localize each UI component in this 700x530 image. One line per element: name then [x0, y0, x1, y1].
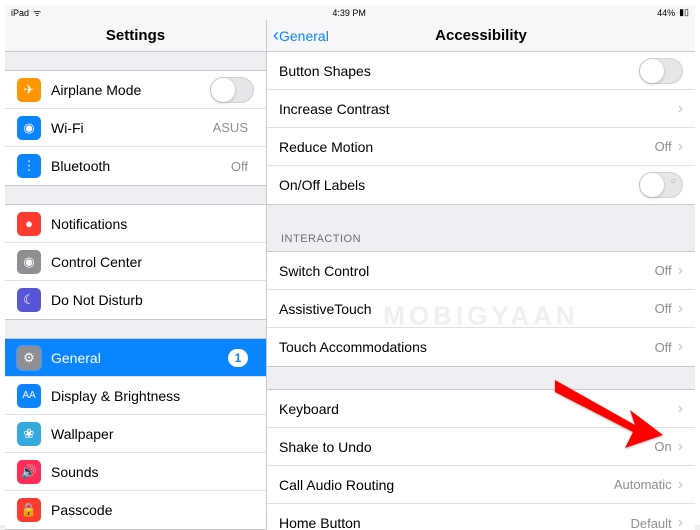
row-label: Switch Control	[279, 263, 655, 279]
row-label: Bluetooth	[51, 158, 231, 174]
sounds-icon: 🔊	[17, 460, 41, 484]
row-label: Notifications	[51, 216, 254, 232]
row-label: On/Off Labels	[279, 177, 639, 193]
sidebar-title: Settings	[5, 20, 266, 52]
row-reduce-motion[interactable]: Reduce MotionOff ›	[267, 128, 695, 166]
row-keyboard[interactable]: Keyboard›	[267, 390, 695, 428]
notifications-icon: ●	[17, 212, 41, 236]
row-label: Control Center	[51, 254, 254, 270]
passcode-icon: 🔒	[17, 498, 41, 522]
on-off-labels-toggle[interactable]	[639, 172, 683, 198]
badge: 1	[228, 349, 248, 367]
row-label: Call Audio Routing	[279, 477, 614, 493]
status-bar: iPad ᯤ 4:39 PM 44% ▮▯	[5, 5, 695, 20]
row-label: Do Not Disturb	[51, 292, 254, 308]
do-not-disturb-icon: ☾	[17, 288, 41, 312]
chevron-right-icon: ›	[678, 300, 683, 318]
row-label: Passcode	[51, 502, 254, 518]
sidebar-item-general[interactable]: ⚙ General1	[5, 339, 266, 377]
section-header-interaction: INTERACTION	[267, 227, 695, 251]
row-home-button[interactable]: Home ButtonDefault ›	[267, 504, 695, 530]
row-label: Reduce Motion	[279, 139, 655, 155]
row-label: Keyboard	[279, 401, 678, 417]
row-label: Button Shapes	[279, 63, 639, 79]
sidebar-item-display-brightness[interactable]: AA Display & Brightness	[5, 377, 266, 415]
settings-sidebar: Settings ✈ Airplane Mode ◉ Wi-FiASUS ⋮ Blueto…	[5, 20, 267, 530]
sidebar-item-bluetooth[interactable]: ⋮ BluetoothOff	[5, 147, 266, 185]
row-value: Automatic	[614, 477, 672, 492]
wifi-icon: ᯤ	[33, 6, 41, 19]
chevron-right-icon: ›	[678, 100, 683, 118]
general-icon: ⚙	[17, 346, 41, 370]
back-button[interactable]: ‹ General	[273, 25, 329, 46]
row-label: Touch Accommodations	[279, 339, 655, 355]
back-label: General	[279, 28, 329, 44]
row-value: Off	[231, 159, 248, 174]
airplane-mode-toggle[interactable]	[210, 77, 254, 103]
row-label: Home Button	[279, 515, 630, 530]
row-switch-control[interactable]: Switch ControlOff ›	[267, 252, 695, 290]
row-value: Off	[655, 340, 672, 355]
row-assistivetouch[interactable]: AssistiveTouchOff ›	[267, 290, 695, 328]
row-value: Off	[655, 263, 672, 278]
chevron-right-icon: ›	[678, 138, 683, 156]
row-label: Airplane Mode	[51, 82, 210, 98]
sidebar-item-wallpaper[interactable]: ❀ Wallpaper	[5, 415, 266, 453]
sidebar-item-do-not-disturb[interactable]: ☾ Do Not Disturb	[5, 281, 266, 319]
sidebar-item-passcode[interactable]: 🔒 Passcode	[5, 491, 266, 529]
sidebar-item-control-center[interactable]: ◉ Control Center	[5, 243, 266, 281]
row-button-shapes[interactable]: Button Shapes	[267, 52, 695, 90]
detail-pane: ‹ General Accessibility Button Shapes Inc…	[267, 20, 695, 530]
row-label: Wallpaper	[51, 426, 254, 442]
chevron-right-icon: ›	[678, 262, 683, 280]
row-value: Default	[630, 516, 671, 530]
page-title: Accessibility	[435, 27, 527, 44]
airplane-mode-icon: ✈	[17, 78, 41, 102]
row-label: AssistiveTouch	[279, 301, 655, 317]
sidebar-item-wi-fi[interactable]: ◉ Wi-FiASUS	[5, 109, 266, 147]
chevron-right-icon: ›	[678, 476, 683, 494]
row-shake-to-undo[interactable]: Shake to UndoOn ›	[267, 428, 695, 466]
device-label: iPad	[11, 8, 29, 18]
row-label: Increase Contrast	[279, 101, 678, 117]
sidebar-item-airplane-mode[interactable]: ✈ Airplane Mode	[5, 71, 266, 109]
row-label: Shake to Undo	[279, 439, 654, 455]
row-label: Display & Brightness	[51, 388, 254, 404]
clock: 4:39 PM	[332, 8, 366, 18]
wallpaper-icon: ❀	[17, 422, 41, 446]
row-label: Wi-Fi	[51, 120, 213, 136]
wi-fi-icon: ◉	[17, 116, 41, 140]
bluetooth-icon: ⋮	[17, 154, 41, 178]
row-on-off-labels[interactable]: On/Off Labels	[267, 166, 695, 204]
row-touch-accommodations[interactable]: Touch AccommodationsOff ›	[267, 328, 695, 366]
row-value: Off	[655, 139, 672, 154]
row-value: ASUS	[213, 120, 248, 135]
sidebar-item-sounds[interactable]: 🔊 Sounds	[5, 453, 266, 491]
button-shapes-toggle[interactable]	[639, 58, 683, 84]
sidebar-item-notifications[interactable]: ● Notifications	[5, 205, 266, 243]
row-value: On	[654, 439, 671, 454]
control-center-icon: ◉	[17, 250, 41, 274]
row-label: General	[51, 350, 228, 366]
chevron-right-icon: ›	[678, 400, 683, 418]
row-call-audio-routing[interactable]: Call Audio RoutingAutomatic ›	[267, 466, 695, 504]
row-value: Off	[655, 301, 672, 316]
chevron-right-icon: ›	[678, 438, 683, 456]
battery-icon: ▮▯	[679, 7, 689, 18]
row-increase-contrast[interactable]: Increase Contrast›	[267, 90, 695, 128]
row-label: Sounds	[51, 464, 254, 480]
battery-text: 44%	[657, 8, 675, 18]
display-brightness-icon: AA	[17, 384, 41, 408]
chevron-right-icon: ›	[678, 338, 683, 356]
chevron-right-icon: ›	[678, 514, 683, 530]
